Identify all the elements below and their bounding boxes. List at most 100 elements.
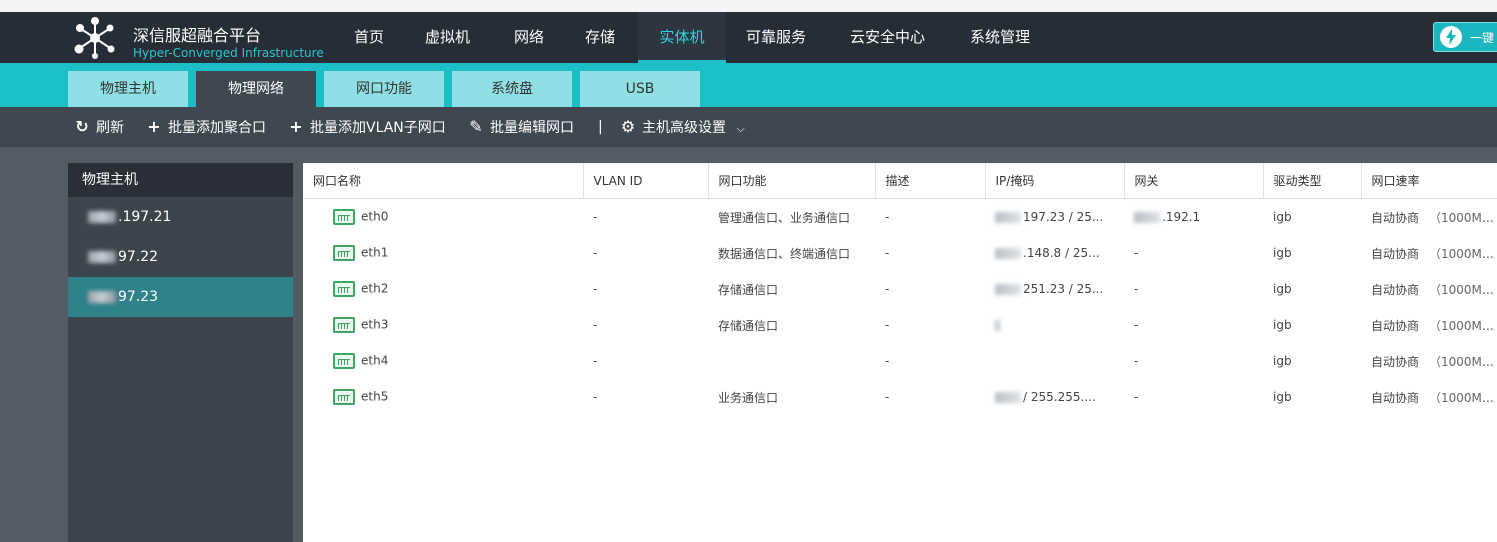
main-area: 物理主机 .197.21 97.22 97.23 网口名称 VLAN ID 网口…	[0, 147, 1497, 542]
vlan-cell: -	[593, 210, 598, 224]
speed-mode: 自动协商	[1371, 282, 1420, 297]
tab-usb[interactable]: USB	[580, 71, 700, 107]
gateway-cell: -	[1134, 390, 1139, 404]
column-header-port-function[interactable]: 网口功能	[708, 163, 876, 199]
host-item-selected[interactable]: 97.23	[68, 277, 293, 317]
driver-cell: igb	[1273, 390, 1292, 404]
driver-cell: igb	[1273, 282, 1292, 296]
speed-cell: 自动协商 （1000M / 全	[1361, 235, 1497, 271]
nav-item-physical-machine[interactable]: 实体机	[638, 12, 726, 63]
nav-item-network[interactable]: 网络	[514, 12, 544, 63]
speed-mode: 自动协商	[1371, 390, 1420, 405]
batch-add-bond-button[interactable]: + 批量添加聚合口	[146, 107, 266, 147]
port-name[interactable]: eth5	[361, 390, 388, 404]
network-port-icon	[333, 281, 355, 297]
ip-value: 251.23 / 25...	[1023, 282, 1104, 296]
host-item[interactable]: 97.22	[68, 237, 293, 277]
tab-port-function[interactable]: 网口功能	[324, 71, 444, 107]
host-item[interactable]: .197.21	[68, 197, 293, 237]
port-table-panel: 网口名称 VLAN ID 网口功能 描述 IP/掩码 网关 驱动类型 网口速率 …	[303, 163, 1497, 542]
driver-cell: igb	[1273, 354, 1292, 368]
port-name[interactable]: eth4	[361, 354, 388, 368]
table-row[interactable]: eth4 - - - igb 自动协商 （1000M / 全	[303, 343, 1497, 379]
ip-cell: 251.23 / 25...	[985, 271, 1124, 307]
ip-cell	[985, 343, 1124, 379]
host-list-panel: 物理主机 .197.21 97.22 97.23	[68, 163, 293, 542]
host-advanced-settings-button[interactable]: ⚙ 主机高级设置 ⌵	[620, 107, 745, 147]
port-name-cell: eth4	[303, 343, 583, 379]
onekey-button[interactable]: 一键	[1433, 22, 1497, 52]
description-cell: -	[885, 354, 890, 368]
host-ip: 97.23	[118, 289, 159, 305]
speed-cell: 自动协商 （1000M / 全	[1361, 379, 1497, 415]
ip-cell	[985, 307, 1124, 343]
function-cell: 业务通信口	[718, 390, 779, 405]
column-header-vlan-id[interactable]: VLAN ID	[583, 163, 709, 199]
port-name[interactable]: eth1	[361, 246, 388, 260]
network-port-icon	[333, 209, 355, 225]
column-header-port-name[interactable]: 网口名称	[303, 163, 584, 199]
column-header-gateway[interactable]: 网关	[1124, 163, 1264, 199]
batch-edit-label: 批量编辑网口	[490, 120, 574, 136]
redacted-ip	[1134, 212, 1160, 223]
nav-item-system-management[interactable]: 系统管理	[970, 12, 1030, 63]
column-header-ip-mask[interactable]: IP/掩码	[985, 163, 1125, 199]
port-name[interactable]: eth0	[361, 210, 388, 224]
redacted-ip	[995, 212, 1021, 223]
batch-add-vlan-button[interactable]: + 批量添加VLAN子网口	[288, 107, 445, 147]
speed-detail: （1000M / 全	[1429, 210, 1497, 225]
host-list-header: 物理主机	[68, 163, 293, 197]
refresh-icon: ↻	[75, 117, 89, 136]
vlan-cell: -	[593, 282, 598, 296]
speed-detail: （1000M / 全	[1429, 246, 1497, 261]
table-row[interactable]: eth0 - 管理通信口、业务通信口 - 197.23 / 25... .192…	[303, 199, 1497, 236]
refresh-button[interactable]: ↻ 刷新	[74, 107, 124, 147]
port-name-cell: eth5	[303, 379, 583, 415]
function-cell: 存储通信口	[718, 318, 779, 333]
table-row[interactable]: eth1 - 数据通信口、终端通信口 - .148.8 / 25... - ig…	[303, 235, 1497, 271]
nav-item-home[interactable]: 首页	[354, 12, 384, 63]
nav-item-storage[interactable]: 存储	[585, 12, 615, 63]
vlan-cell: -	[593, 318, 598, 332]
port-name[interactable]: eth3	[361, 318, 388, 332]
gateway-cell: .192.1	[1124, 199, 1263, 236]
port-name-cell: eth1	[303, 235, 583, 271]
browser-top-strip	[0, 0, 1497, 12]
network-port-icon	[333, 317, 355, 333]
ip-cell: / 255.255....	[985, 379, 1124, 415]
column-header-port-speed[interactable]: 网口速率	[1361, 163, 1497, 199]
table-row[interactable]: eth5 - 业务通信口 - / 255.255.... - igb 自动协商 （…	[303, 379, 1497, 415]
batch-edit-button[interactable]: ✎ 批量编辑网口	[468, 107, 574, 147]
speed-cell: 自动协商 （1000M / 全	[1361, 307, 1497, 343]
brand-title: 深信服超融合平台	[133, 26, 262, 45]
toolbar: ↻ 刷新 + 批量添加聚合口 + 批量添加VLAN子网口 ✎ 批量编辑网口 | ⚙ 主机高…	[0, 107, 1497, 147]
sub-tab-bar: 物理主机 物理网络 网口功能 系统盘 USB	[0, 63, 1497, 107]
port-name-cell: eth0	[303, 199, 583, 236]
tab-physical-network[interactable]: 物理网络	[196, 71, 316, 107]
nav-item-reliable-service[interactable]: 可靠服务	[746, 12, 806, 63]
column-header-description[interactable]: 描述	[875, 163, 986, 199]
speed-detail: （1000M / 全	[1429, 354, 1497, 369]
column-header-driver-type[interactable]: 驱动类型	[1263, 163, 1362, 199]
redacted-ip	[995, 392, 1021, 403]
pencil-icon: ✎	[469, 117, 483, 136]
nav-item-cloud-security[interactable]: 云安全中心	[850, 12, 925, 63]
table-row[interactable]: eth3 - 存储通信口 - - igb 自动协商 （1000M / 全	[303, 307, 1497, 343]
tab-physical-host[interactable]: 物理主机	[68, 71, 188, 107]
speed-mode: 自动协商	[1371, 354, 1420, 369]
top-navbar: 深信服超融合平台 Hyper-Converged Infrastructure …	[0, 12, 1497, 63]
port-name[interactable]: eth2	[361, 282, 388, 296]
redacted-ip	[88, 251, 116, 263]
network-port-icon	[333, 245, 355, 261]
table-header-row: 网口名称 VLAN ID 网口功能 描述 IP/掩码 网关 驱动类型 网口速率	[303, 163, 1497, 199]
nav-item-vm[interactable]: 虚拟机	[425, 12, 470, 63]
tab-system-disk[interactable]: 系统盘	[452, 71, 572, 107]
port-table: 网口名称 VLAN ID 网口功能 描述 IP/掩码 网关 驱动类型 网口速率 …	[303, 163, 1497, 415]
gateway-cell: -	[1134, 318, 1139, 332]
vlan-cell: -	[593, 354, 598, 368]
port-name-cell: eth2	[303, 271, 583, 307]
table-row[interactable]: eth2 - 存储通信口 - 251.23 / 25... - igb 自动协商…	[303, 271, 1497, 307]
description-cell: -	[885, 318, 890, 332]
network-port-icon	[333, 353, 355, 369]
vlan-cell: -	[593, 390, 598, 404]
